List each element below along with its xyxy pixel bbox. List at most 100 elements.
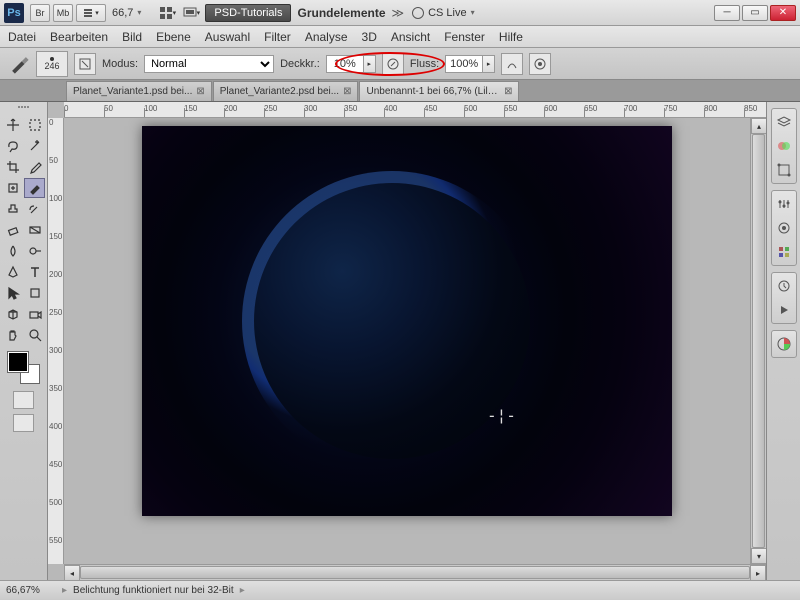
airbrush-toggle[interactable] — [501, 53, 523, 75]
marquee-tool[interactable] — [24, 115, 45, 135]
menu-hilfe[interactable]: Hilfe — [499, 30, 523, 44]
channels-panel-icon[interactable] — [775, 137, 793, 155]
wand-tool[interactable] — [24, 136, 45, 156]
menu-ansicht[interactable]: Ansicht — [391, 30, 430, 44]
scroll-up-button[interactable]: ▴ — [751, 118, 767, 134]
lasso-tool[interactable] — [2, 136, 23, 156]
menu-bearbeiten[interactable]: Bearbeiten — [50, 30, 108, 44]
canvas-area: 0501001502002503003504004505005506006507… — [48, 102, 766, 580]
quick-mask-toggle[interactable] — [13, 391, 34, 409]
menu-analyse[interactable]: Analyse — [305, 30, 348, 44]
tab-close-icon[interactable]: ⊠ — [504, 86, 512, 97]
eraser-tool[interactable] — [2, 220, 23, 240]
document-tab[interactable]: Planet_Variante2.psd bei...⊠ — [213, 81, 359, 101]
screen-mode-button[interactable] — [13, 414, 34, 432]
zoom-tool[interactable] — [24, 325, 45, 345]
menu-fenster[interactable]: Fenster — [444, 30, 485, 44]
status-zoom[interactable]: 66,67% — [6, 585, 56, 596]
opacity-stepper[interactable]: ▸ — [364, 55, 376, 73]
photoshop-logo-icon: Ps — [4, 3, 24, 23]
tablet-pressure-toggle[interactable] — [529, 53, 551, 75]
brush-tool[interactable] — [24, 178, 45, 198]
scroll-thumb[interactable] — [752, 134, 765, 548]
minimize-button[interactable]: ─ — [714, 5, 740, 21]
title-bar: Ps Br Mb ▾ 66,7 ▾ ▾ ▾ PSD-Tutorials Grun… — [0, 0, 800, 26]
foreground-color-swatch[interactable] — [8, 352, 28, 372]
menu-datei[interactable]: Datei — [8, 30, 36, 44]
3d-tool[interactable] — [2, 304, 23, 324]
gradient-tool[interactable] — [24, 220, 45, 240]
close-button[interactable]: ✕ — [770, 5, 796, 21]
menu-bar: Datei Bearbeiten Bild Ebene Auswahl Filt… — [0, 26, 800, 48]
history-panel-icon[interactable] — [775, 277, 793, 295]
document-tab[interactable]: Planet_Variante1.psd bei...⊠ — [66, 81, 212, 101]
blur-tool[interactable] — [2, 241, 23, 261]
brush-panel-toggle[interactable] — [74, 53, 96, 75]
cslive-status-icon — [412, 7, 424, 19]
brush-preset-picker[interactable]: 246 — [36, 51, 68, 77]
3d-camera-tool[interactable] — [24, 304, 45, 324]
menu-filter[interactable]: Filter — [264, 30, 291, 44]
toolbox-grip[interactable] — [4, 106, 44, 112]
opacity-pressure-toggle[interactable] — [382, 53, 404, 75]
zoom-dropdown-icon[interactable]: ▾ — [137, 8, 149, 17]
flow-stepper[interactable]: ▸ — [483, 55, 495, 73]
adjustments-panel-icon[interactable] — [775, 195, 793, 213]
pen-tool[interactable] — [2, 262, 23, 282]
minibridge-button[interactable]: Mb — [53, 4, 73, 22]
cslive-label[interactable]: CS Live — [428, 7, 467, 19]
zoom-level[interactable]: 66,7 — [112, 7, 133, 19]
color-swatches[interactable] — [8, 352, 40, 384]
menu-3d[interactable]: 3D — [362, 30, 377, 44]
actions-panel-icon[interactable] — [775, 301, 793, 319]
mode-select[interactable]: Normal — [144, 55, 274, 73]
document-tab[interactable]: Unbenannt-1 bei 66,7% (Lila Farbe, Ebene… — [359, 81, 519, 101]
styles-panel-icon[interactable] — [775, 243, 793, 261]
move-tool[interactable] — [2, 115, 23, 135]
screen-mode-dropdown[interactable]: ▾ — [181, 4, 201, 22]
canvas-viewport[interactable]: -¦- — [64, 118, 750, 564]
healing-tool[interactable] — [2, 178, 23, 198]
right-panel-dock — [766, 102, 800, 580]
hand-tool[interactable] — [2, 325, 23, 345]
masks-panel-icon[interactable] — [775, 219, 793, 237]
opacity-field[interactable]: 10% — [326, 55, 364, 73]
menu-auswahl[interactable]: Auswahl — [205, 30, 250, 44]
dodge-tool[interactable] — [24, 241, 45, 261]
color-panel-icon[interactable] — [775, 335, 793, 353]
ruler-vertical[interactable]: 050100150200250300350400450500550 — [48, 118, 64, 564]
maximize-button[interactable]: ▭ — [742, 5, 768, 21]
stamp-tool[interactable] — [2, 199, 23, 219]
menu-bild[interactable]: Bild — [122, 30, 142, 44]
tab-close-icon[interactable]: ⊠ — [343, 86, 351, 97]
type-tool[interactable] — [24, 262, 45, 282]
bridge-button[interactable]: Br — [30, 4, 50, 22]
flow-field[interactable]: 100% — [445, 55, 483, 73]
ruler-horizontal[interactable]: 0501001502002503003504004505005506006507… — [64, 102, 766, 118]
cursor-crosshair-icon: -¦- — [487, 406, 516, 425]
paths-panel-icon[interactable] — [775, 161, 793, 179]
shape-tool[interactable] — [24, 283, 45, 303]
scroll-thumb[interactable] — [80, 566, 750, 579]
menu-ebene[interactable]: Ebene — [156, 30, 191, 44]
workspace-psd-button[interactable]: PSD-Tutorials — [205, 4, 291, 22]
layers-panel-icon[interactable] — [775, 113, 793, 131]
crop-tool[interactable] — [2, 157, 23, 177]
scroll-left-button[interactable]: ◂ — [64, 565, 80, 581]
status-dropdown-icon[interactable]: ▸ — [240, 585, 245, 596]
history-brush-tool[interactable] — [24, 199, 45, 219]
scroll-right-button[interactable]: ▸ — [750, 565, 766, 581]
path-select-tool[interactable] — [2, 283, 23, 303]
artboard[interactable]: -¦- — [142, 126, 672, 516]
eyedropper-tool[interactable] — [24, 157, 45, 177]
current-tool-brush-icon[interactable] — [8, 53, 30, 75]
doc-layout-dropdown[interactable]: ▾ — [76, 4, 106, 22]
scrollbar-vertical[interactable]: ▴ ▾ — [750, 118, 766, 564]
view-extras-dropdown[interactable]: ▾ — [157, 4, 177, 22]
cslive-dropdown-icon[interactable]: ▾ — [471, 8, 483, 17]
workspace-more-icon[interactable]: ≫ — [392, 6, 405, 20]
scroll-down-button[interactable]: ▾ — [751, 548, 767, 564]
scrollbar-horizontal[interactable]: ◂ ▸ — [64, 564, 766, 580]
workspace-grundelemente[interactable]: Grundelemente — [297, 6, 385, 20]
tab-close-icon[interactable]: ⊠ — [196, 86, 204, 97]
